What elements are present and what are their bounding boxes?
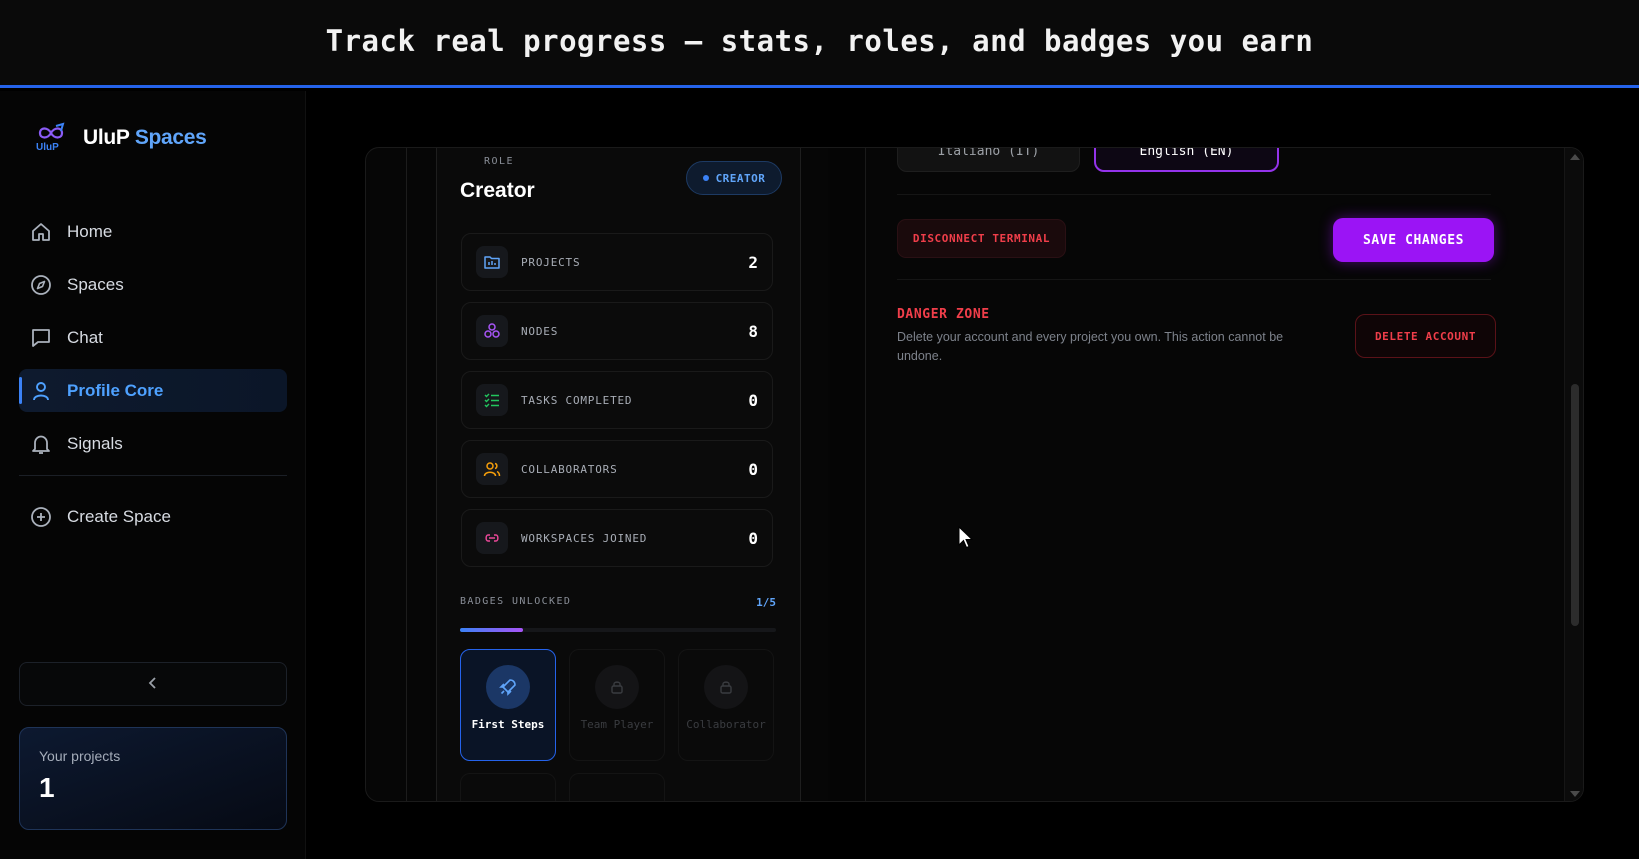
stat-label: TASKS COMPLETED (521, 393, 633, 407)
sidebar-item-spaces[interactable]: Spaces (19, 263, 287, 306)
stat-value: 2 (748, 252, 758, 272)
sidebar: UluP UluP Spaces Home Spaces Chat Profil… (0, 91, 306, 859)
danger-zone-description: Delete your account and every project yo… (897, 330, 1284, 363)
rocket-icon (486, 665, 530, 709)
role-badge: CREATOR (686, 161, 782, 195)
delete-account-button[interactable]: DELETE ACCOUNT (1355, 314, 1496, 358)
badge-first-steps[interactable]: First Steps (460, 649, 556, 761)
compass-icon (30, 274, 52, 296)
top-banner: Track real progress — stats, roles, and … (0, 0, 1639, 88)
stat-label: PROJECTS (521, 255, 581, 269)
badge-collaborator[interactable]: Collaborator (678, 649, 774, 761)
plus-circle-icon (30, 506, 52, 528)
stat-label: COLLABORATORS (521, 462, 618, 476)
column-divider (828, 148, 866, 801)
sidebar-item-label: Chat (67, 327, 103, 347)
badge-name: Team Player (580, 718, 654, 731)
sidebar-item-signals[interactable]: Signals (19, 422, 287, 465)
role-label: ROLE (484, 156, 515, 167)
bell-icon (30, 433, 52, 455)
divider (897, 194, 1491, 195)
stat-collaborators: COLLABORATORS 0 (461, 440, 773, 498)
stat-label: NODES (521, 324, 559, 338)
badge-name: Collaborator (686, 718, 766, 731)
your-projects-count: 1 (39, 772, 55, 803)
badges-progress-fill (460, 628, 524, 632)
sidebar-item-label: Signals (67, 433, 123, 453)
badge-card (569, 773, 665, 801)
brand-logo-icon: UluP (34, 121, 68, 155)
chat-icon (30, 327, 52, 349)
badges-count: 1/5 (756, 596, 776, 609)
language-english-button[interactable]: English (EN) (1094, 148, 1279, 172)
stat-tasks-completed: TASKS COMPLETED 0 (461, 371, 773, 429)
svg-text:UluP: UluP (36, 142, 59, 153)
profile-column: ROLE Creator CREATOR PROJECTS 2 NODES 8 (406, 148, 801, 801)
badge-name: First Steps (471, 718, 545, 731)
collapse-sidebar-button[interactable] (19, 662, 287, 706)
sidebar-item-label: Spaces (67, 274, 124, 294)
role-name: Creator (460, 179, 535, 202)
checklist-icon (476, 384, 508, 416)
sidebar-nav: Home Spaces Chat Profile Core Signals Cr… (19, 210, 287, 548)
badges-progress-bar (460, 628, 776, 632)
save-changes-button[interactable]: SAVE CHANGES (1333, 218, 1494, 262)
stat-value: 0 (748, 528, 758, 548)
your-projects-card[interactable]: Your projects 1 (19, 727, 287, 830)
language-italian-button[interactable]: Italiano (IT) (897, 148, 1080, 172)
scroll-down-icon[interactable] (1570, 791, 1580, 797)
danger-zone-title: DANGER ZONE (897, 307, 990, 322)
lock-icon (595, 665, 639, 709)
users-icon (476, 453, 508, 485)
brand-name-first: UluP (83, 126, 130, 149)
stat-label: WORKSPACES JOINED (521, 531, 648, 545)
brand[interactable]: UluP UluP Spaces (34, 121, 207, 155)
badge-team-player[interactable]: Team Player (569, 649, 665, 761)
badges-label: BADGES UNLOCKED (460, 596, 572, 607)
create-space-button[interactable]: Create Space (19, 495, 287, 538)
brand-name: UluP Spaces (83, 126, 207, 150)
mouse-cursor-icon (958, 525, 974, 554)
scroll-up-icon[interactable] (1570, 154, 1580, 160)
sidebar-item-home[interactable]: Home (19, 210, 287, 253)
banner-text: Track real progress — stats, roles, and … (325, 23, 1314, 58)
user-icon (30, 380, 52, 402)
scrollbar-thumb[interactable] (1571, 384, 1579, 626)
home-icon (30, 221, 52, 243)
stat-value: 0 (748, 390, 758, 410)
stat-nodes: NODES 8 (461, 302, 773, 360)
sidebar-item-label: Profile Core (67, 380, 164, 400)
your-projects-label: Your projects (39, 748, 121, 764)
stat-projects: PROJECTS 2 (461, 233, 773, 291)
stat-value: 8 (748, 321, 758, 341)
chevron-left-icon (147, 675, 159, 694)
lock-icon (704, 665, 748, 709)
profile-card: ROLE Creator CREATOR PROJECTS 2 NODES 8 (436, 148, 801, 801)
disconnect-terminal-button[interactable]: DISCONNECT TERMINAL (897, 219, 1066, 258)
brand-name-second: Spaces (134, 126, 207, 149)
status-dot-icon (702, 175, 709, 181)
settings-pane: Italiano (IT) English (EN) DISCONNECT TE… (868, 148, 1518, 801)
divider (897, 279, 1491, 280)
stat-workspaces-joined: WORKSPACES JOINED 0 (461, 509, 773, 567)
badge-card (460, 773, 556, 801)
sidebar-item-label: Home (67, 221, 113, 241)
role-badge-label: CREATOR (715, 171, 766, 185)
link-icon (476, 522, 508, 554)
scrollbar[interactable] (1564, 148, 1583, 801)
sidebar-item-profile-core[interactable]: Profile Core (19, 369, 287, 412)
nodes-icon (476, 315, 508, 347)
profile-window: ROLE Creator CREATOR PROJECTS 2 NODES 8 (365, 147, 1584, 802)
create-space-label: Create Space (67, 506, 171, 526)
sidebar-item-chat[interactable]: Chat (19, 316, 287, 359)
stat-value: 0 (748, 459, 758, 479)
nav-divider (19, 475, 287, 476)
folder-chart-icon (476, 246, 508, 278)
